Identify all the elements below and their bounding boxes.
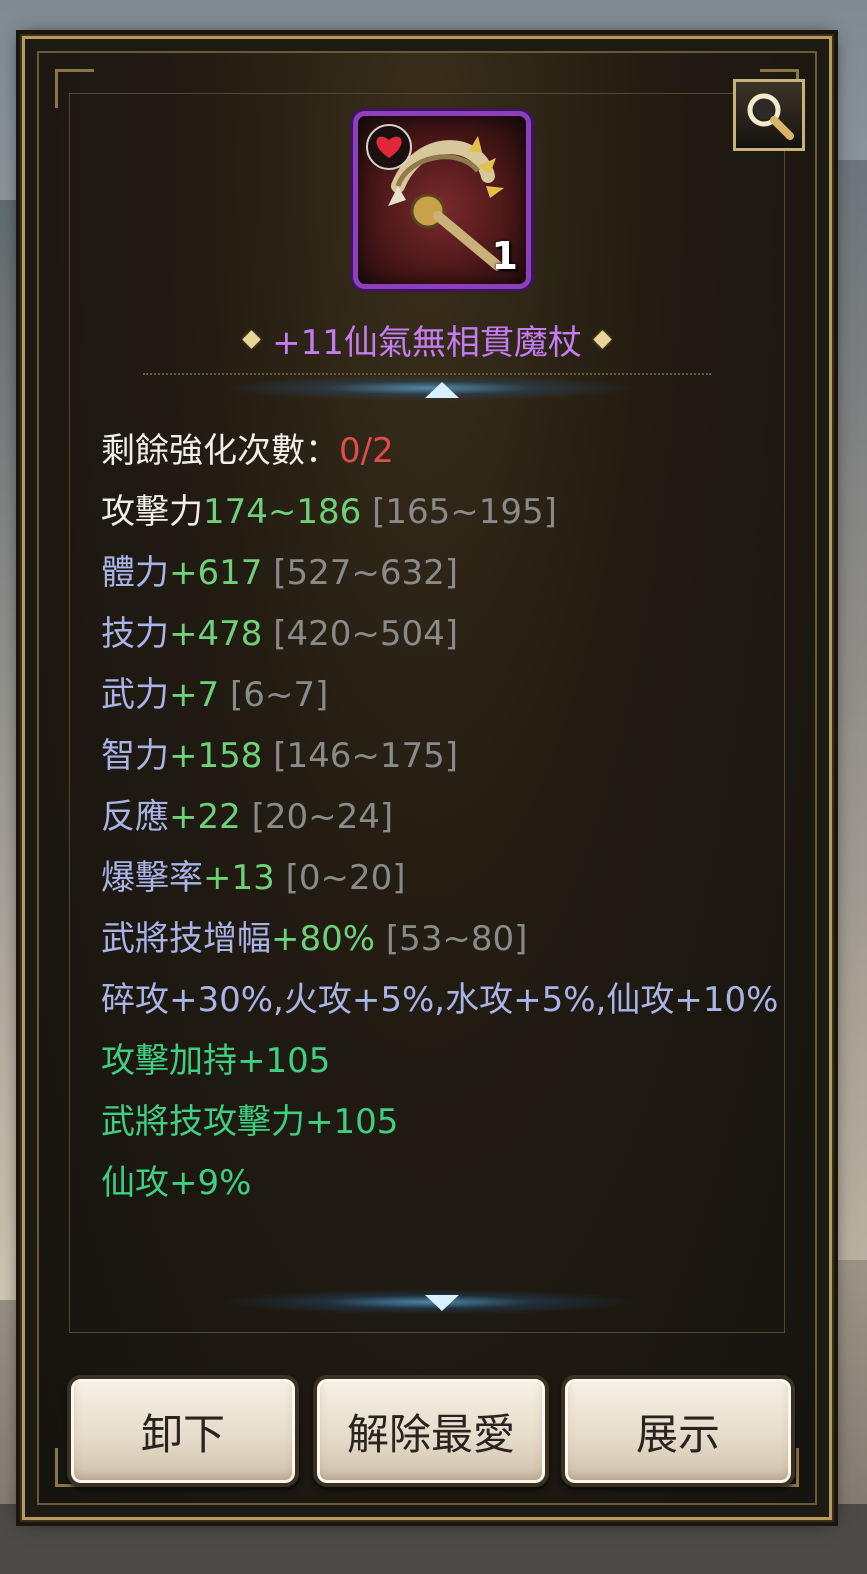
stat-line: 武力+7 [6~7]	[101, 675, 329, 715]
item-count: 1	[491, 234, 518, 278]
stat-line: 智力+158 [146~175]	[101, 736, 459, 776]
item-detail-panel: 1 +11仙氣無相貫魔杖 剩餘強化次數：0/2 攻擊力174~186 [165~…	[20, 34, 834, 1522]
stat-line: 爆擊率+13 [0~20]	[101, 858, 406, 898]
bonus-line: 仙攻+9%	[101, 1163, 252, 1203]
diamond-icon	[593, 330, 612, 349]
unequip-button[interactable]: 卸下	[67, 1375, 299, 1487]
enhance-count-value: 0/2	[339, 431, 394, 471]
item-name: +11仙氣無相貫魔杖	[272, 323, 582, 363]
diamond-icon	[242, 330, 261, 349]
zoom-button[interactable]	[733, 79, 805, 151]
background-left	[0, 200, 24, 1300]
stat-line: 體力+617 [527~632]	[101, 553, 459, 593]
stat-line: 技力+478 [420~504]	[101, 614, 459, 654]
stat-line: 武將技增幅+80% [53~80]	[101, 919, 528, 959]
bonus-line: 攻擊加持+105	[101, 1041, 331, 1081]
corner-ornament	[55, 69, 94, 108]
arrow-up-icon[interactable]	[425, 382, 459, 398]
arrow-down-icon[interactable]	[425, 1295, 459, 1311]
stats-list: 剩餘強化次數：0/2 攻擊力174~186 [165~195] 體力+617 […	[101, 421, 781, 1214]
stat-line: 反應+22 [20~24]	[101, 797, 394, 837]
stat-attack: 攻擊力174~186 [165~195]	[101, 492, 557, 532]
item-icon[interactable]: 1	[353, 111, 531, 289]
unfavorite-button[interactable]: 解除最愛	[313, 1375, 549, 1487]
item-name-row: +11仙氣無相貫魔杖	[39, 315, 815, 364]
element-attacks: 碎攻+30%,火攻+5%,水攻+5%,仙攻+10%	[101, 980, 779, 1020]
magnifier-icon	[747, 93, 794, 140]
heart-icon	[366, 124, 412, 170]
enhance-count: 剩餘強化次數：0/2	[101, 431, 394, 471]
panel-inner: 1 +11仙氣無相貫魔杖 剩餘強化次數：0/2 攻擊力174~186 [165~…	[37, 51, 817, 1505]
show-button[interactable]: 展示	[561, 1375, 795, 1487]
bonus-line: 武將技攻擊力+105	[101, 1102, 399, 1142]
background-right	[827, 160, 867, 1260]
